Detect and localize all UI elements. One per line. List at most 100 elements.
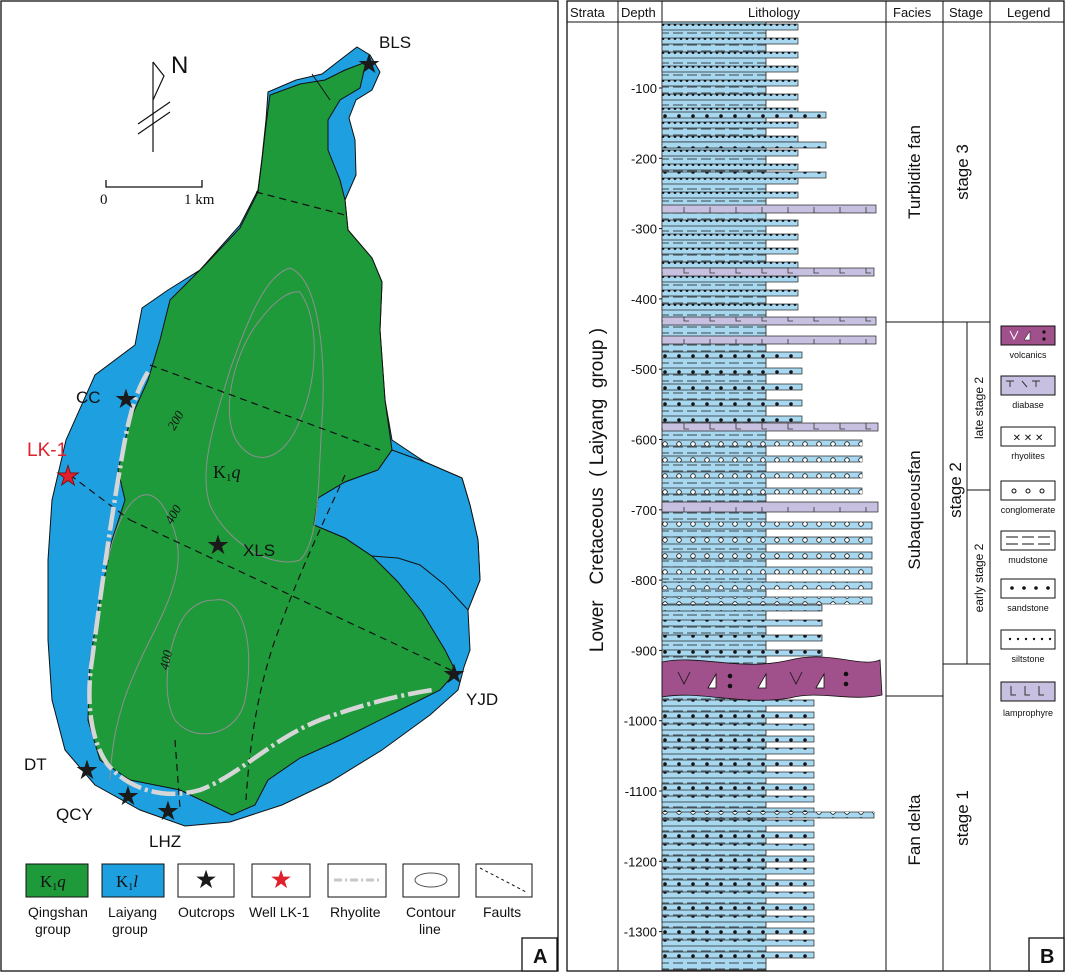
siltstone-bed-pattern <box>662 276 798 282</box>
sandstone-bed-pattern <box>662 952 814 958</box>
depth-tick-label: -700 <box>631 503 657 518</box>
siltstone-bed-pattern <box>662 94 798 100</box>
facies-fan-delta: Fan delta <box>905 794 924 865</box>
legend-faults-label: Faults <box>483 904 521 920</box>
star-icon: ★ <box>56 461 80 491</box>
sandstone-bed-pattern <box>662 916 814 922</box>
site-label-bls: BLS <box>379 33 411 52</box>
panel-a-tag: A <box>533 946 547 968</box>
substage-late: late stage 2 <box>972 377 986 439</box>
sandstone-bed-pattern <box>662 940 814 946</box>
figure: N 0 1 km 200 400 400 K1q ★ BLS ★ CC ★ LK… <box>0 0 1065 972</box>
legend-outcrops-label: Outcrops <box>178 904 235 920</box>
legend-laiyang-line1: Laiyang <box>108 904 157 920</box>
sandstone-bed-pattern <box>662 620 822 626</box>
sandstone-bed-pattern <box>662 384 802 390</box>
sandstone-bed-pattern <box>662 796 814 802</box>
conglomerate-bed-pattern <box>662 472 862 478</box>
lamprophyre-bed-pattern <box>662 336 876 344</box>
legend-rhyolite: Rhyolite <box>327 863 387 920</box>
stage-3: stage 3 <box>953 144 972 200</box>
facies-turbidite: Turbidite fan <box>905 125 924 219</box>
legend-mudstone: mudstone <box>1008 555 1048 565</box>
depth-tick-label: -1300 <box>624 925 657 940</box>
siltstone-bed-pattern <box>662 66 798 72</box>
siltstone-bed-pattern <box>662 220 798 226</box>
site-label-lk1: LK-1 <box>27 440 67 461</box>
depth-tick-label: -300 <box>631 222 657 237</box>
conglomerate-bed-pattern <box>662 537 872 544</box>
facies-subaqueous: Subaqueousfan <box>905 450 924 569</box>
siltstone-bed-pattern <box>662 164 798 170</box>
sandstone-bed-pattern <box>662 172 826 178</box>
legend-sandstone: sandstone <box>1007 603 1049 613</box>
conglomerate-bed-pattern <box>662 456 862 462</box>
sandstone-bed-pattern <box>662 772 814 778</box>
header-depth: Depth <box>621 5 656 20</box>
sandstone-bed-pattern <box>662 400 802 406</box>
siltstone-bed-pattern <box>662 234 798 240</box>
sandstone-bed-pattern <box>662 142 826 148</box>
legend-rhyolites: rhyolites <box>1011 451 1045 461</box>
sandstone-bed-pattern <box>662 712 814 718</box>
site-label-qcy: QCY <box>56 805 93 824</box>
site-label-dt: DT <box>24 755 47 774</box>
lamprophyre-bed-pattern <box>662 423 878 431</box>
scale-one-km: 1 km <box>184 192 215 208</box>
substage-early: early stage 2 <box>972 543 986 612</box>
star-icon: ★ <box>270 866 293 894</box>
depth-tick-label: -900 <box>631 643 657 658</box>
depth-tick-label: -200 <box>631 151 657 166</box>
legend-well-label: Well LK-1 <box>249 904 310 920</box>
star-icon: ★ <box>442 659 466 689</box>
legend-diabase: diabase <box>1012 400 1044 410</box>
sandstone-bed-pattern <box>662 784 814 790</box>
conglomerate-bed-pattern <box>662 552 872 559</box>
star-icon: ★ <box>357 49 381 79</box>
depth-tick-label: -1200 <box>624 854 657 869</box>
panel-b: Strata Depth Lithology Facies Stage Lege… <box>566 0 1065 972</box>
siltstone-bed-pattern <box>662 52 798 58</box>
legend-contour-line1: Contour <box>406 904 456 920</box>
sandstone-bed-pattern <box>662 832 814 838</box>
star-icon: ★ <box>116 781 140 811</box>
lamprophyre-bed-pattern <box>662 268 874 276</box>
siltstone-bed-pattern <box>662 80 798 86</box>
siltstone-bed-pattern <box>662 290 798 296</box>
sandstone-bed-pattern <box>662 748 814 754</box>
sandstone-bed-pattern <box>662 820 814 826</box>
sandstone-bed-pattern <box>662 880 814 886</box>
siltstone-bed-pattern <box>662 192 798 198</box>
legend-lamprophyre: lamprophyre <box>1003 708 1053 718</box>
siltstone-bed-pattern <box>662 150 798 156</box>
sandstone-bed-pattern <box>662 352 802 358</box>
depth-tick-label: -1000 <box>624 714 657 729</box>
star-icon: ★ <box>114 384 138 414</box>
siltstone-bed-pattern <box>662 262 798 268</box>
legend-siltstone: siltstone <box>1011 654 1044 664</box>
depth-tick-label: -500 <box>631 362 657 377</box>
legend-rhyolite-label: Rhyolite <box>330 904 381 920</box>
sandstone-bed-pattern <box>662 904 814 910</box>
legend-well: ★ Well LK-1 <box>249 863 311 920</box>
conglomerate-bed-pattern <box>662 522 872 529</box>
legend-conglomerate: conglomerate <box>1001 505 1056 515</box>
conglomerate-bed-pattern <box>662 488 862 494</box>
sandstone-bed-pattern <box>662 605 822 611</box>
siltstone-bed-pattern <box>662 24 798 30</box>
legend-outcrops: ★ Outcrops <box>177 863 235 920</box>
sandstone-bed-pattern <box>662 635 822 641</box>
sandstone-bed-pattern <box>662 650 822 656</box>
legend-volcanics: volcanics <box>1009 350 1047 360</box>
lamprophyre-bed-pattern <box>662 317 876 325</box>
svg-text:K1l: K1l <box>116 872 138 893</box>
legend-qingshan-line1: Qingshan <box>28 904 88 920</box>
header-stage: Stage <box>949 5 983 20</box>
panel-a: N 0 1 km 200 400 400 K1q ★ BLS ★ CC ★ LK… <box>0 0 559 972</box>
sandstone-bed-pattern <box>662 760 814 766</box>
header-legend: Legend <box>1007 5 1050 20</box>
scale-zero: 0 <box>100 192 108 208</box>
legend-qingshan-line2: group <box>35 921 71 937</box>
site-label-yjd: YJD <box>466 690 498 709</box>
siltstone-bed-pattern <box>662 178 798 184</box>
